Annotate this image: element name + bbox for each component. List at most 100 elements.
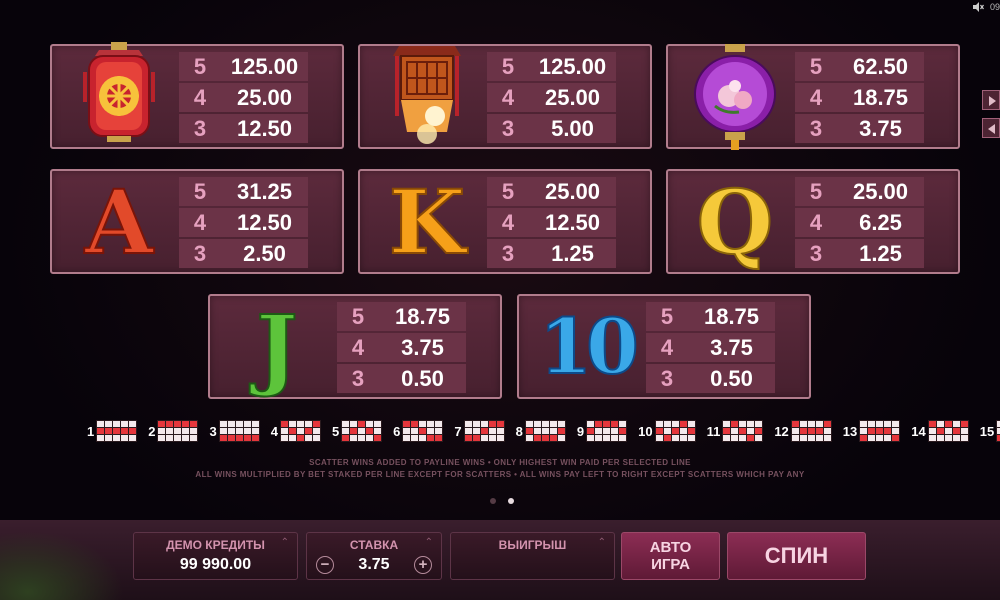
pay-row: 4 25.00 [179, 83, 308, 112]
page-dot-active[interactable] [508, 498, 514, 504]
win-label: ВЫИГРЫШ [498, 538, 567, 552]
payline-number: 6 [393, 423, 401, 439]
symbol-letter: Q [696, 170, 775, 274]
chevron-up-icon[interactable]: ⌃ [425, 537, 433, 548]
payline-9: 9 [576, 420, 628, 442]
payline-number: 13 [842, 423, 858, 439]
payline-legend: 1 2 3 4 5 6 7 8 9 10 11 12 13 14 15 [87, 420, 1000, 442]
paytable-king: K 5 25.00 4 12.50 3 1.25 [358, 169, 652, 274]
pay-row: 5 25.00 [795, 177, 924, 206]
payline-pattern-icon [654, 420, 696, 442]
payline-pattern-icon [524, 420, 566, 442]
chevron-up-icon[interactable]: ⌃ [281, 537, 289, 548]
payline-15: 15 [980, 420, 1000, 442]
stake-label: СТАВКА [349, 538, 399, 552]
clock: 09 [989, 2, 1000, 12]
payline-pattern-icon [996, 420, 1000, 442]
symbol-letter: K [388, 170, 466, 274]
payline-number: 4 [270, 423, 278, 439]
autoplay-button[interactable]: АВТО ИГРА [621, 532, 720, 580]
pay-row: 4 12.50 [487, 208, 616, 237]
payline-4: 4 [271, 420, 321, 442]
paytable-purple-lantern: 5 62.50 4 18.75 3 3.75 [666, 44, 960, 150]
payline-7: 7 [454, 420, 505, 442]
pay-row: 5 31.25 [179, 177, 308, 206]
paytable-jack: J 5 18.75 4 3.75 3 0.50 [208, 294, 502, 399]
symbol-letter: 10 [538, 302, 640, 391]
payline-pattern-icon [859, 420, 901, 442]
credits-value: 99 990.00 [179, 556, 252, 573]
payline-pattern-icon [157, 420, 199, 442]
payline-pattern-icon [927, 420, 969, 442]
pay-row: 3 0.50 [646, 364, 775, 393]
rules-line: SCATTER WINS ADDED TO PAYLINE WINS • ONL… [309, 458, 691, 467]
payline-number: 12 [774, 423, 789, 439]
red-lantern-icon [60, 42, 178, 144]
payline-number: 2 [148, 423, 156, 439]
symbol-letter: J [255, 295, 299, 399]
pay-row: 5 25.00 [487, 177, 616, 206]
payline-pattern-icon [218, 420, 260, 442]
page-nav [982, 90, 1000, 138]
next-page-button[interactable] [982, 90, 1000, 110]
increase-stake-button[interactable]: + [414, 556, 432, 574]
spin-button[interactable]: СПИН [727, 532, 866, 580]
speaker-muted-icon[interactable] [972, 2, 984, 12]
pay-row: 3 12.50 [179, 114, 308, 143]
number-10-icon: 10 [527, 300, 645, 394]
pay-row: 3 5.00 [487, 114, 616, 143]
payline-number: 8 [515, 423, 523, 439]
payline-5: 5 [332, 420, 383, 442]
payline-10: 10 [638, 420, 696, 442]
payline-pattern-icon [722, 420, 764, 442]
pay-row: 3 3.75 [795, 114, 924, 143]
pay-row: 3 1.25 [795, 239, 924, 268]
payline-13: 13 [842, 420, 901, 442]
payline-11: 11 [707, 420, 764, 442]
page-indicator [490, 498, 514, 504]
payline-number: 9 [576, 423, 585, 439]
payline-pattern-icon [96, 420, 138, 442]
payline-number: 15 [979, 423, 995, 439]
rules-line: ALL WINS MULTIPLIED BY BET STAKED PER LI… [195, 470, 805, 479]
paytable-wooden-lantern: 5 125.00 4 25.00 3 5.00 [358, 44, 652, 149]
payline-number: 14 [911, 423, 926, 439]
pay-row: 4 12.50 [179, 208, 308, 237]
spin-label: СПИН [764, 543, 829, 568]
payline-12: 12 [774, 420, 832, 442]
payline-number: 10 [638, 423, 653, 439]
win-panel: ВЫИГРЫШ ⌃ [450, 532, 615, 580]
payline-2: 2 [148, 420, 199, 442]
letter-a-icon: A [60, 175, 178, 269]
paytable-ace: A 5 31.25 4 12.50 3 2.50 [50, 169, 344, 274]
purple-lantern-icon [676, 44, 794, 150]
pay-row: 3 2.50 [179, 239, 308, 268]
payline-number: 3 [209, 423, 217, 439]
stake-panel: СТАВКА ⌃ − 3.75 + [306, 532, 442, 580]
pay-row: 5 18.75 [646, 302, 775, 331]
chevron-up-icon[interactable]: ⌃ [598, 537, 606, 548]
pay-row: 5 125.00 [179, 52, 308, 81]
pay-row: 5 125.00 [487, 52, 616, 81]
payline-8: 8 [516, 420, 566, 442]
payline-3: 3 [209, 420, 260, 442]
payline-pattern-icon [463, 420, 505, 442]
paytable-red-lantern: 5 125.00 4 25.00 3 12.50 [50, 42, 344, 149]
payline-number: 1 [87, 423, 95, 439]
payline-pattern-icon [341, 420, 383, 442]
pay-row: 4 18.75 [795, 83, 924, 112]
page-dot[interactable] [490, 498, 496, 504]
pay-row: 5 62.50 [795, 52, 924, 81]
payline-pattern-icon [790, 420, 832, 442]
credits-label: ДЕМО КРЕДИТЫ [166, 538, 265, 552]
letter-q-icon: Q [676, 175, 794, 269]
prev-page-button[interactable] [982, 118, 1000, 138]
payline-1: 1 [87, 420, 138, 442]
pay-row: 4 3.75 [337, 333, 466, 362]
payline-pattern-icon [586, 420, 628, 442]
payline-pattern-icon [279, 420, 321, 442]
paytable-ten: 10 5 18.75 4 3.75 3 0.50 [517, 294, 811, 399]
pay-row: 4 6.25 [795, 208, 924, 237]
paytable-queen: Q 5 25.00 4 6.25 3 1.25 [666, 169, 960, 274]
payline-6: 6 [393, 420, 444, 442]
